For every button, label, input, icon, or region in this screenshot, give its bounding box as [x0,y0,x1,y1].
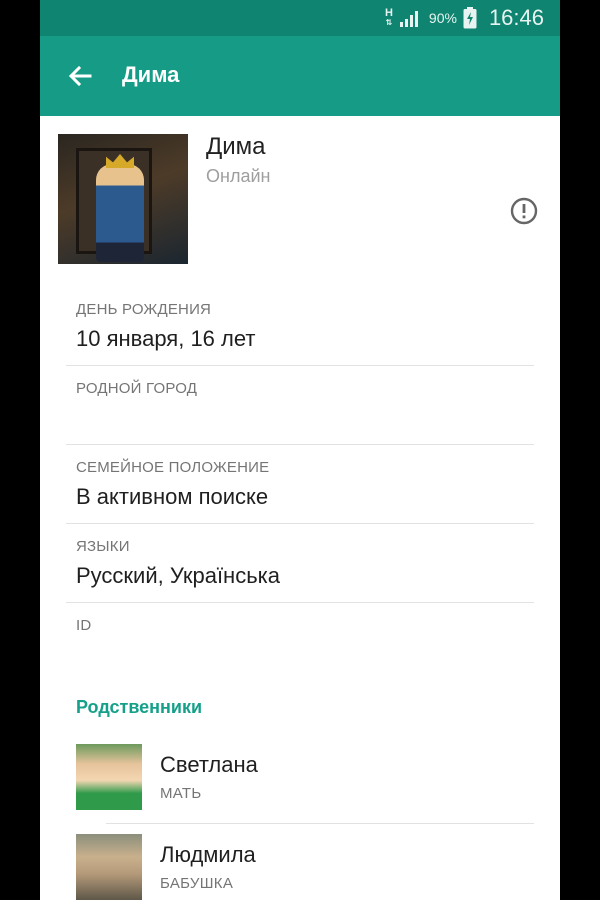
divider [66,444,534,445]
relative-name: Людмила [160,842,256,867]
divider [66,365,534,366]
status-bar: H ⇅ 90% 16:46 [40,0,560,36]
battery-icon [463,7,477,29]
relative-avatar[interactable] [76,834,142,900]
relative-name: Светлана [160,752,258,777]
profile-name: Дима [206,133,266,160]
birthday-value: 10 января, 16 лет [76,326,256,351]
relationship-label: СЕМЕЙНОЕ ПОЛОЖЕНИЕ [76,459,270,476]
relationship-value: В активном поиске [76,484,269,509]
birthday-label: ДЕНЬ РОЖДЕНИЯ [76,301,212,318]
languages-label: ЯЗЫКИ [76,538,130,555]
signal-icon [399,11,418,27]
back-arrow-icon[interactable] [66,62,94,90]
app-bar: Дима [40,36,560,116]
languages-value: Русский, Українська [76,563,281,588]
relative-role: БАБУШКА [160,875,234,892]
divider [66,602,534,603]
hometown-label: РОДНОЙ ГОРОД [76,380,198,397]
online-status: Онлайн [206,166,271,186]
network-type: H ⇅ [384,7,393,28]
relative-role: МАТЬ [160,785,202,802]
relative-avatar[interactable] [76,744,142,810]
battery-percent: 90% [428,10,457,26]
profile-photo[interactable] [58,134,188,264]
clock: 16:46 [488,5,544,30]
relatives-section-title: Родственники [76,697,203,717]
page-title: Дима [122,62,180,87]
divider [106,823,534,824]
profile-screen: H ⇅ 90% 16:46 Дима Дима Онлайн ДЕНЬ РОЖД… [40,0,560,900]
photo-person [96,164,144,262]
id-label: ID [76,617,92,634]
report-icon[interactable] [510,197,538,225]
divider [66,523,534,524]
